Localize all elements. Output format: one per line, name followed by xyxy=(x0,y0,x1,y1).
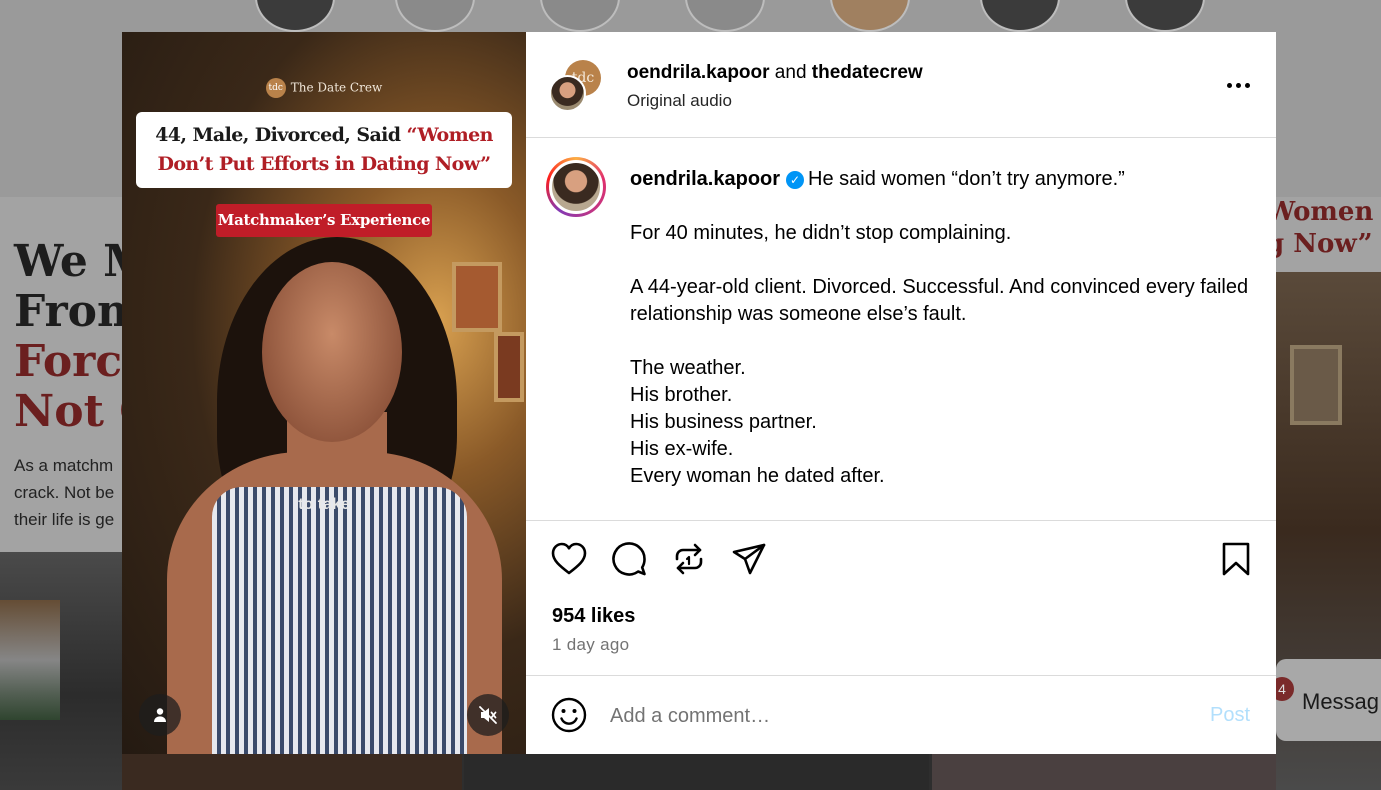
background-message-label: Messag xyxy=(1302,689,1380,714)
brand-logo: tdc xyxy=(265,78,286,98)
caption-list-item: His brother. xyxy=(630,384,733,406)
post-header: tdc oendrila.kapoor and thedatecrew Orig… xyxy=(526,32,1276,138)
emoji-button[interactable] xyxy=(550,696,588,734)
repost-button[interactable] xyxy=(669,539,709,579)
background-story xyxy=(685,0,765,32)
header-user2-link[interactable]: thedatecrew xyxy=(812,62,923,83)
video-headline: 44, Male, Divorced, Said “Women Don’t Pu… xyxy=(136,112,512,188)
caption-author-avatar[interactable] xyxy=(546,157,606,217)
caption-intro: He said women “don’t try anymore.” xyxy=(808,168,1125,190)
brand-name: The Date Crew xyxy=(290,80,383,95)
volume-off-icon xyxy=(479,706,497,724)
reel-video[interactable]: tdc The Date Crew 44, Male, Divorced, Sai… xyxy=(122,32,526,754)
comment-composer: Post xyxy=(526,675,1276,754)
background-left-card: We M From Force Not O As a matchm crack.… xyxy=(0,197,122,552)
comment-icon xyxy=(612,542,646,576)
collab-avatars[interactable]: tdc xyxy=(549,60,605,112)
avatar-image xyxy=(549,160,603,214)
mute-button[interactable] xyxy=(467,694,509,736)
save-button[interactable] xyxy=(1216,539,1256,579)
background-flag xyxy=(0,600,60,720)
background-thumb xyxy=(122,754,462,790)
caption-list-item: The weather. xyxy=(630,357,746,379)
background-story xyxy=(540,0,620,32)
bookmark-icon xyxy=(1222,542,1250,576)
background-headline-line: Not O xyxy=(14,386,122,437)
background-right-line: g Now” xyxy=(1276,229,1373,259)
caption-list-item: Every woman he dated after. xyxy=(630,465,885,487)
post-modal: tdc The Date Crew 44, Male, Divorced, Sai… xyxy=(122,32,1276,754)
wall-painting xyxy=(452,262,502,332)
user-icon xyxy=(154,708,166,722)
comments-area[interactable]: oendrila.kapoor ✓ He said women “don’t try… xyxy=(526,139,1276,519)
background-thumb xyxy=(932,754,1276,790)
person-face xyxy=(262,262,402,442)
background-story xyxy=(1125,0,1205,32)
background-right-card: Women g Now” xyxy=(1276,197,1381,272)
background-story xyxy=(980,0,1060,32)
background-headline-line: Force xyxy=(14,336,122,387)
background-right-frame xyxy=(1290,345,1342,425)
header-user1-link[interactable]: oendrila.kapoor xyxy=(627,62,770,83)
comment-input[interactable] xyxy=(610,700,1170,732)
share-icon xyxy=(732,543,766,575)
post-side-panel: tdc oendrila.kapoor and thedatecrew Orig… xyxy=(526,32,1276,754)
caption-paragraph: For 40 minutes, he didn’t stop complaini… xyxy=(630,222,1012,244)
background-bottom-row xyxy=(122,754,1276,790)
post-comment-button[interactable]: Post xyxy=(1210,704,1250,727)
background-headline-line: We M xyxy=(14,236,122,287)
oendrila-avatar xyxy=(549,75,586,112)
caption-first-line: oendrila.kapoor ✓ He said women “don’t try… xyxy=(630,166,1250,193)
background-story xyxy=(395,0,475,32)
background-body-line: their life is ge xyxy=(14,510,115,529)
audio-link[interactable]: Original audio xyxy=(627,91,732,111)
more-dot xyxy=(1226,82,1232,88)
video-tag: Matchmaker’s Experience xyxy=(216,204,432,237)
like-button[interactable] xyxy=(549,539,589,579)
verified-badge-icon: ✓ xyxy=(786,171,805,189)
header-joiner: and xyxy=(769,62,812,83)
caption-list-item: His ex-wife. xyxy=(630,438,734,460)
emoji-icon xyxy=(551,697,587,733)
background-body-line: As a matchm xyxy=(14,456,114,475)
share-button[interactable] xyxy=(729,539,769,579)
more-dot xyxy=(1244,82,1250,88)
likes-count[interactable]: 954 likes xyxy=(552,605,635,628)
heart-icon xyxy=(551,542,587,575)
background-right-line: Women xyxy=(1276,197,1374,227)
background-thumb xyxy=(464,754,929,790)
post-timestamp[interactable]: 1 day ago xyxy=(552,635,629,655)
video-brand: tdc The Date Crew xyxy=(122,78,526,98)
more-dot xyxy=(1235,82,1241,88)
video-subtitle: to take xyxy=(298,496,350,513)
caption-list-item: His business partner. xyxy=(630,411,817,433)
background-story xyxy=(255,0,335,32)
striped-dress xyxy=(212,487,467,754)
caption-username-link[interactable]: oendrila.kapoor xyxy=(630,168,780,190)
repost-icon xyxy=(675,543,703,575)
wall-painting xyxy=(494,332,524,402)
background-headline-line: From xyxy=(14,286,122,337)
background-story xyxy=(830,0,910,32)
tagged-users-button[interactable] xyxy=(139,694,181,736)
background-body-line: crack. Not be xyxy=(14,483,115,502)
more-options-button[interactable] xyxy=(1218,70,1258,100)
post-caption: oendrila.kapoor ✓ He said women “don’t try… xyxy=(630,166,1250,490)
headline-part1: 44, Male, Divorced, Said xyxy=(155,124,407,146)
caption-paragraph: A 44-year-old client. Divorced. Successf… xyxy=(630,276,1249,325)
collab-names: oendrila.kapoor and thedatecrew xyxy=(627,62,923,84)
background-messages-button: 4 Messag xyxy=(1270,659,1381,741)
post-actions: 954 likes 1 day ago xyxy=(526,520,1276,675)
comment-button[interactable] xyxy=(609,539,649,579)
